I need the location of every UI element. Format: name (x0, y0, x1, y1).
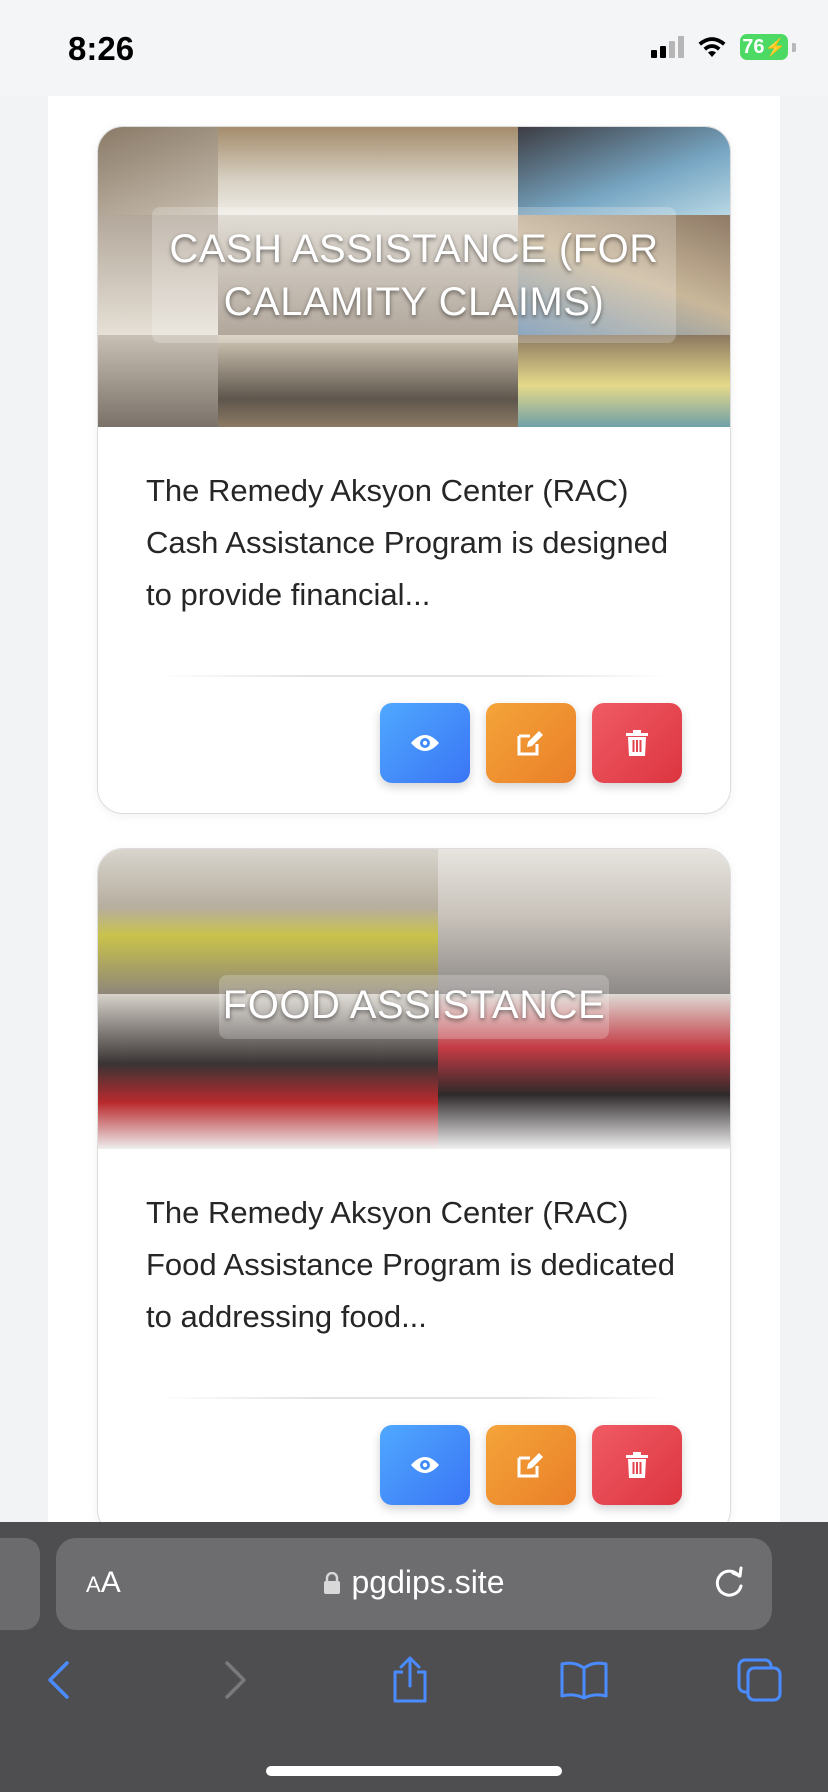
charging-bolt-icon: ⚡ (764, 38, 786, 57)
reload-icon[interactable] (712, 1564, 746, 1600)
cellular-signal-icon (651, 36, 684, 58)
delete-button[interactable] (592, 1425, 682, 1505)
bookmarks-button[interactable] (554, 1650, 614, 1710)
status-indicators: 76⚡ (651, 34, 796, 60)
url-text: pgdips.site (351, 1564, 505, 1600)
photo-tile (98, 335, 218, 427)
tabs-icon (737, 1658, 782, 1702)
card-divider (158, 1397, 670, 1399)
forward-icon (225, 1661, 246, 1699)
card-description: The Remedy Aksyon Center (RAC) Cash Assi… (146, 473, 669, 612)
edit-button[interactable] (486, 1425, 576, 1505)
wifi-icon (698, 37, 726, 57)
photo-tile (98, 127, 218, 215)
battery-nub (792, 42, 796, 52)
back-icon (48, 1661, 69, 1699)
status-bar: 8:26 76⚡ (0, 0, 828, 96)
edit-icon (517, 1453, 543, 1478)
bookmarks-icon (560, 1661, 608, 1700)
browser-toolbar (0, 1650, 828, 1730)
address-bar[interactable]: AA pgdips.site (56, 1538, 772, 1630)
battery-level: 76 (742, 36, 765, 58)
eye-icon (411, 735, 439, 751)
battery-icon: 76⚡ (740, 34, 788, 60)
lock-icon (323, 1571, 340, 1594)
status-time: 8:26 (68, 30, 135, 67)
edit-icon (517, 731, 543, 756)
card-description: The Remedy Aksyon Center (RAC) Food Assi… (146, 1195, 675, 1334)
eye-icon (411, 1457, 439, 1473)
url-display: pgdips.site (56, 1564, 772, 1601)
share-button[interactable] (380, 1650, 440, 1710)
photo-tile (518, 127, 730, 215)
service-card: CASH ASSISTANCE (FOR CALAMITY CLAIMS) Th… (97, 126, 731, 814)
photo-tile (438, 849, 730, 994)
photo-tile (218, 127, 518, 215)
previous-tab-preview[interactable] (0, 1538, 40, 1630)
card-actions (380, 1425, 682, 1505)
service-card: FOOD ASSISTANCE The Remedy Aksyon Center… (97, 848, 731, 1536)
tabs-button[interactable] (730, 1650, 790, 1710)
photo-tile (518, 335, 730, 427)
page-content: CASH ASSISTANCE (FOR CALAMITY CLAIMS) Th… (48, 96, 780, 1536)
card-title: FOOD ASSISTANCE (222, 983, 606, 1027)
card-image-collage: FOOD ASSISTANCE (98, 849, 730, 1149)
edit-button[interactable] (486, 703, 576, 783)
card-image-collage: CASH ASSISTANCE (FOR CALAMITY CLAIMS) (98, 127, 730, 427)
photo-tile (98, 849, 438, 994)
forward-button[interactable] (206, 1650, 266, 1710)
home-indicator[interactable] (266, 1766, 562, 1776)
card-divider (158, 675, 670, 677)
share-icon (393, 1656, 427, 1703)
photo-tile (218, 335, 518, 427)
view-button[interactable] (380, 703, 470, 783)
delete-button[interactable] (592, 703, 682, 783)
card-actions (380, 703, 682, 783)
browser-bottom-bar: AA pgdips.site (0, 1522, 828, 1792)
trash-icon (626, 1452, 648, 1478)
view-button[interactable] (380, 1425, 470, 1505)
trash-icon (626, 730, 648, 756)
back-button[interactable] (28, 1650, 88, 1710)
card-title: CASH ASSISTANCE (FOR CALAMITY CLAIMS) (169, 227, 659, 324)
